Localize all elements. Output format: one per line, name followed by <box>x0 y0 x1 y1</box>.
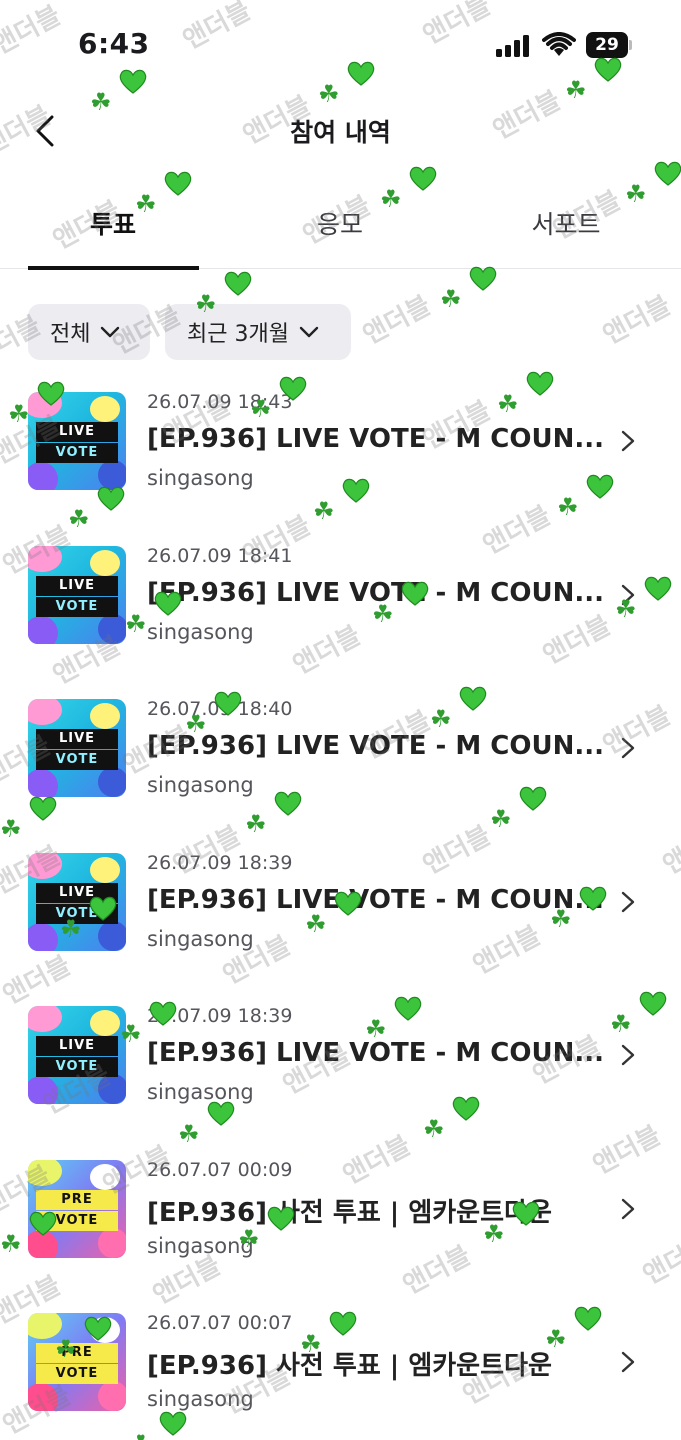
filter-period-dropdown[interactable]: 최근 3개월 <box>165 304 351 360</box>
tab-apply[interactable]: 응모 <box>255 205 425 241</box>
vote-thumbnail: PRE VOTE <box>28 1159 126 1258</box>
thumbnail-label-top: PRE <box>36 1189 118 1210</box>
chevron-right-icon <box>621 737 635 759</box>
thumbnail-label-top: LIVE <box>36 882 118 903</box>
thumbnail-label-bottom: VOTE <box>36 903 118 924</box>
chevron-right-icon <box>621 1198 635 1219</box>
thumbnail-label-bottom: VOTE <box>36 1057 118 1077</box>
tab-bar: 투표 응모 서포트 <box>0 185 681 270</box>
list-item[interactable]: LIVE VOTE 26.07.09 18:41 [EP.936] LIVE V… <box>0 514 681 668</box>
vote-thumbnail: LIVE VOTE <box>28 392 126 490</box>
chevron-down-icon <box>299 326 319 338</box>
watermark-text: 앤더블 <box>598 290 676 351</box>
tab-support[interactable]: 서포트 <box>481 205 651 241</box>
wifi-icon <box>542 32 576 56</box>
cellular-signal-icon <box>496 35 532 57</box>
filter-all-label: 전체 <box>50 322 91 347</box>
thumbnail-label-bottom: VOTE <box>36 1210 118 1231</box>
battery-icon: 29 <box>586 32 632 58</box>
nav-bar: 참여 내역 <box>0 95 681 165</box>
item-author: singasong <box>147 1387 254 1411</box>
item-title: [EP.936] LIVE VOTE - M COUN... <box>147 884 604 915</box>
thumbnail-label-bottom: VOTE <box>36 750 118 770</box>
item-title: [EP.936] 사전 투표 | 엠카운트다운 <box>147 1197 552 1228</box>
item-author: singasong <box>147 466 254 490</box>
item-title: [EP.936] 사전 투표 | 엠카운트다운 <box>147 1351 552 1381</box>
green-heart-icon <box>224 271 252 296</box>
list-item[interactable]: LIVE VOTE 26.07.09 18:39 [EP.936] LIVE V… <box>0 821 681 975</box>
list-item[interactable]: LIVE VOTE 26.07.09 18:43 [EP.936] LIVE V… <box>0 360 681 514</box>
vote-thumbnail: LIVE VOTE <box>28 545 126 644</box>
vote-thumbnail: LIVE VOTE <box>28 699 126 797</box>
item-author: singasong <box>147 1233 254 1258</box>
status-time: 6:43 <box>78 27 150 60</box>
list-item[interactable]: PRE VOTE 26.07.07 00:07 [EP.936] 사전 투표 |… <box>0 1281 681 1435</box>
thumbnail-label-top: LIVE <box>36 575 118 596</box>
vote-thumbnail: PRE VOTE <box>28 1313 126 1411</box>
item-title: [EP.936] LIVE VOTE - M COUN... <box>147 424 604 454</box>
thumbnail-label-top: PRE <box>36 1343 118 1363</box>
list-item[interactable]: LIVE VOTE 26.07.09 18:40 [EP.936] LIVE V… <box>0 667 681 821</box>
item-date: 26.07.07 00:09 <box>147 1158 293 1181</box>
item-date: 26.07.09 18:41 <box>147 544 293 567</box>
page-title: 참여 내역 <box>290 118 391 147</box>
item-title: [EP.936] LIVE VOTE - M COUN... <box>147 577 604 608</box>
item-date: 26.07.09 18:39 <box>147 1005 293 1027</box>
active-tab-indicator <box>28 266 199 270</box>
battery-level: 29 <box>586 32 628 58</box>
item-date: 26.07.09 18:39 <box>147 851 293 874</box>
chevron-right-icon <box>621 1044 635 1066</box>
item-date: 26.07.09 18:43 <box>147 391 293 413</box>
filter-period-label: 최근 3개월 <box>187 322 289 347</box>
chevron-right-icon <box>621 584 635 605</box>
vote-thumbnail: LIVE VOTE <box>28 1006 126 1104</box>
item-title: [EP.936] LIVE VOTE - M COUN... <box>147 731 604 761</box>
watermark-text: 앤더블 <box>358 290 436 351</box>
list-item[interactable]: PRE VOTE 26.07.07 00:09 [EP.936] 사전 투표 |… <box>0 1128 681 1282</box>
thumbnail-label-top: LIVE <box>36 1036 118 1056</box>
thumbnail-label-top: LIVE <box>36 729 118 749</box>
list-item[interactable]: LIVE VOTE 26.07.09 18:39 [EP.936] LIVE V… <box>0 974 681 1128</box>
thumbnail-label-bottom: VOTE <box>36 1364 118 1384</box>
item-date: 26.07.09 18:40 <box>147 698 293 720</box>
item-author: singasong <box>147 773 254 797</box>
chevron-right-icon <box>621 430 635 452</box>
status-bar: 6:43 29 <box>0 0 681 90</box>
thumbnail-label-bottom: VOTE <box>36 596 118 617</box>
tab-vote[interactable]: 투표 <box>28 205 198 241</box>
item-author: singasong <box>147 1080 254 1104</box>
filter-all-dropdown[interactable]: 전체 <box>28 304 150 360</box>
thumbnail-label-bottom: VOTE <box>36 443 118 463</box>
clover-icon: ☘ <box>440 285 462 313</box>
thumbnail-label-top: LIVE <box>36 422 118 442</box>
item-date: 26.07.07 00:07 <box>147 1312 293 1334</box>
chevron-right-icon <box>621 1351 635 1373</box>
item-author: singasong <box>147 926 254 951</box>
item-author: singasong <box>147 619 254 644</box>
item-title: [EP.936] LIVE VOTE - M COUN... <box>147 1038 604 1068</box>
vote-thumbnail: LIVE VOTE <box>28 852 126 951</box>
chevron-right-icon <box>621 891 635 912</box>
chevron-down-icon <box>101 326 120 338</box>
